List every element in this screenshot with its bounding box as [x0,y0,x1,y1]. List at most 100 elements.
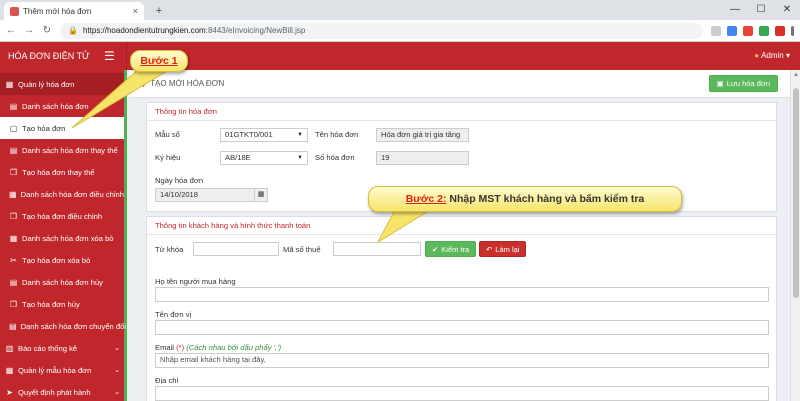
sidebar-item-danh-sach-hoa-don[interactable]: ▤ Danh sách hóa đơn [0,95,124,117]
url-input[interactable]: 🔒 https://hoadondientutrungkien.com:8443… [60,22,703,39]
chevron-down-icon: ▼ [297,155,303,161]
step2-callout: Bước 2: Nhập MST khách hàng và bấm kiểm … [368,186,682,212]
save-icon: ▣ [716,79,724,88]
sidebar-item-tao-thay-the[interactable]: ❐ Tạo hóa đơn thay thế [0,161,124,183]
gmail-icon[interactable] [743,25,753,36]
url-path: :8443/eInvoicing/NewBill.jsp [205,26,306,35]
extension-icon[interactable] [727,25,737,36]
kiem-tra-button[interactable]: ✔ Kiểm tra [425,241,477,257]
buyer-name-input[interactable] [155,287,769,302]
sidebar-item-ds-huy[interactable]: ▤ Danh sách hóa đơn hủy [0,271,124,293]
sidebar-item-ds-dieu-chinh[interactable]: ▦ Danh sách hóa đơn điều chỉnh [0,183,124,205]
profile-icon[interactable] [775,25,785,36]
hamburger-icon[interactable]: ☰ [104,50,115,62]
sidebar-item-tao-hoa-don[interactable]: ▢ Tạo hóa đơn [0,117,124,139]
close-window-button[interactable]: ✕ [774,0,800,20]
scroll-up-icon[interactable]: ▲ [791,72,800,78]
sidebar-item-label: Tạo hóa đơn [22,123,66,133]
sidebar-item-quan-ly-hoa-don[interactable]: ▦ Quản lý hóa đơn [0,73,124,95]
back-icon[interactable]: ← [6,25,16,36]
tu-khoa-label: Từ khóa [155,245,184,254]
unit-name-label: Tên đơn vị [155,310,192,319]
email-input[interactable]: Nhập email khách hàng tại đây, [155,353,769,368]
check-icon: ✔ [432,244,439,254]
so-hoa-don-field[interactable]: 19 [376,151,469,165]
list-icon: ▤ [9,277,18,287]
address-label: Địa chỉ [155,376,179,385]
forward-icon[interactable]: → [24,25,34,36]
grid-icon: ▦ [9,233,18,243]
kiem-tra-label: Kiểm tra [441,244,470,254]
email-label-text: Email [155,343,174,352]
maximize-button[interactable]: ☐ [748,0,774,20]
new-tab-button[interactable]: + [152,4,166,18]
reload-icon[interactable]: ↻ [42,25,52,36]
ky-hieu-select[interactable]: AB/18E ▼ [220,151,308,165]
sidebar: ▦ Quản lý hóa đơn ▤ Danh sách hóa đơn ▢ … [0,70,127,401]
unit-name-input[interactable] [155,320,769,335]
step2-label: Bước 2: [405,193,447,205]
sidebar-item-tao-dieu-chinh[interactable]: ❐ Tạo hóa đơn điều chỉnh [0,205,124,227]
page-scrollbar[interactable]: ▲ [790,70,800,401]
calendar-icon[interactable]: ▦ [254,188,268,202]
sidebar-item-ds-chuyen-doi[interactable]: ▤ Danh sách hóa đơn chuyển đổi [0,315,126,337]
invoice-info-heading: Thông tin hóa đơn [147,103,776,121]
sidebar-item-tao-xoa-bo[interactable]: ✂ Tạo hóa đơn xóa bỏ [0,249,124,271]
copy-icon: ❐ [9,211,18,221]
tab-close-icon[interactable]: × [133,6,138,16]
sidebar-item-label: Tạo hóa đơn thay thế [22,167,95,177]
favicon-icon [10,6,19,16]
step1-text: Bước 1 [140,55,178,67]
sidebar-item-quan-ly-mau[interactable]: ▦ Quản lý mẫu hóa đơn ⌄ [0,359,124,381]
step1-callout: Bước 1 [130,50,188,72]
ma-so-thue-input[interactable] [333,242,421,256]
bookmark-icon[interactable] [711,25,721,36]
sidebar-item-bao-cao-thong-ke[interactable]: ▥ Báo cáo thống kê ⌄ [0,337,124,359]
sidebar-item-label: Quyết định phát hành [18,387,91,397]
customer-info-panel: Thông tin khách hàng và hình thức thanh … [146,216,777,401]
extension-icon[interactable] [759,25,769,36]
browser-tab-bar: Thêm mới hóa đơn × + — ☐ ✕ [0,0,800,20]
email-label: Email (*) (Cách nhau bởi dấu phẩy ',') [155,343,281,352]
tab-title: Thêm mới hóa đơn [23,6,92,16]
chevron-down-icon: ⌄ [114,389,120,396]
menu-icon[interactable] [791,25,794,36]
table-icon: ▦ [5,365,14,375]
url-host: https://hoadondientutrungkien.com [82,26,206,35]
sidebar-item-label: Báo cáo thống kê [18,343,78,353]
sidebar-item-ds-thay-the[interactable]: ▤ Danh sách hóa đơn thay thế [0,139,124,161]
lam-lai-label: Làm lại [495,244,520,254]
chevron-down-icon: ⌄ [114,345,120,352]
list-icon: ▤ [9,321,17,331]
sidebar-item-quyet-dinh-phat-hanh[interactable]: ➤ Quyết định phát hành ⌄ [0,381,124,401]
ngay-hoa-don-field[interactable]: 14/10/2018 [155,188,255,202]
ten-hoa-don-field[interactable]: Hóa đơn giá trị gia tăng [376,128,469,142]
send-icon: ➤ [6,387,13,397]
sidebar-item-ds-xoa-bo[interactable]: ▦ Danh sách hóa đơn xóa bỏ [0,227,124,249]
ngay-hoa-don-label: Ngày hóa đơn [155,176,204,185]
page-title-text: TẠO MỚI HÓA ĐƠN [150,79,225,88]
so-hoa-don-label: Số hóa đơn [315,153,355,162]
browser-tab[interactable]: Thêm mới hóa đơn × [4,2,144,20]
page-title: ◆ TẠO MỚI HÓA ĐƠN [140,79,224,88]
mau-so-select[interactable]: 01GTKT0/001 ▼ [220,128,308,142]
admin-menu[interactable]: ● Admin ▾ [754,42,790,70]
sidebar-item-label: Danh sách hóa đơn hủy [22,277,103,287]
sidebar-item-tao-huy[interactable]: ❐ Tạo hóa đơn hủy [0,293,124,315]
sidebar-item-label: Quản lý mẫu hóa đơn [18,365,92,375]
address-input[interactable] [155,386,769,401]
scroll-thumb[interactable] [793,88,799,298]
save-invoice-button[interactable]: ▣ Lưu hóa đơn [708,75,778,92]
sidebar-item-label: Danh sách hóa đơn điều chỉnh [20,189,124,199]
mau-so-value: 01GTKT0/001 [225,130,273,139]
tu-khoa-input[interactable] [193,242,279,256]
lock-icon: 🔒 [68,26,78,35]
lam-lai-button[interactable]: ↶ Làm lại [479,241,527,257]
sidebar-item-label: Danh sách hóa đơn thay thế [22,145,118,155]
window-controls: — ☐ ✕ [722,0,800,20]
step2-text: Nhập MST khách hàng và bấm kiểm tra [446,193,645,205]
chevron-down-icon: ⌄ [114,367,120,374]
minimize-button[interactable]: — [722,0,748,20]
grid-icon: ▦ [9,189,17,199]
file-icon: ▢ [9,123,18,133]
